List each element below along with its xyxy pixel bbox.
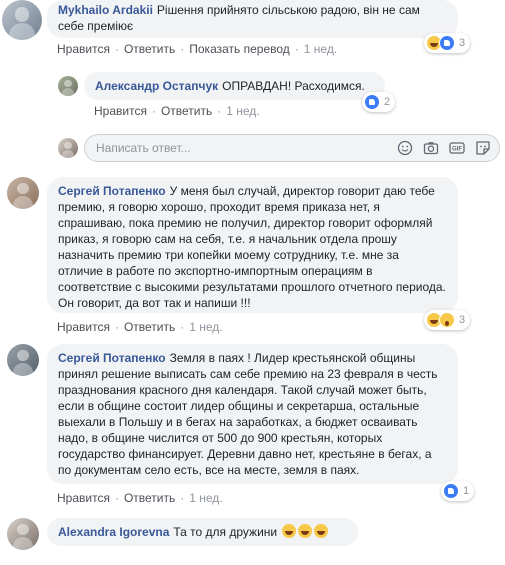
wow-reaction-icon — [439, 312, 455, 328]
reply-input[interactable]: Написать ответ... GIF — [84, 134, 500, 162]
reaction-summary[interactable]: 3 — [424, 310, 471, 330]
laughing-emoji — [314, 524, 329, 538]
reply-link[interactable]: Ответить — [124, 491, 175, 505]
comment-actions: Нравится · Ответить · 1 нед. — [57, 491, 223, 505]
comment-actions: Нравится · Ответить · 1 нед. — [94, 104, 260, 118]
reaction-summary[interactable]: 3 — [424, 33, 471, 53]
comment-author[interactable]: Mykhailo Ardakii — [58, 3, 153, 17]
comment-text: У меня был случай, директор говорит даю … — [58, 184, 446, 310]
comment-time[interactable]: 1 нед. — [226, 104, 259, 118]
svg-text:GIF: GIF — [452, 147, 462, 153]
like-reaction-icon — [439, 35, 455, 51]
camera-icon[interactable] — [423, 140, 439, 156]
reaction-summary[interactable]: 1 — [441, 481, 475, 501]
reply-link[interactable]: Ответить — [124, 320, 175, 334]
like-reaction-icon — [443, 483, 459, 499]
comment-time[interactable]: 1 нед. — [189, 491, 222, 505]
reaction-count: 2 — [384, 96, 391, 108]
comment-author[interactable]: Alexandra Igorevna — [58, 525, 169, 539]
avatar[interactable] — [7, 344, 39, 376]
comment-bubble: Александр Остапчук ОПРАВДАН! Расходимся. — [84, 72, 385, 100]
avatar[interactable] — [7, 177, 39, 209]
like-link[interactable]: Нравится — [57, 320, 110, 334]
comment-bubble: Сергей Потапенко У меня был случай, дирек… — [47, 177, 458, 313]
like-link[interactable]: Нравится — [94, 104, 147, 118]
reply-placeholder: Написать ответ... — [96, 141, 191, 155]
comment-actions: Нравится · Ответить · 1 нед. — [57, 320, 223, 334]
reaction-summary[interactable]: 2 — [362, 92, 396, 112]
like-link[interactable]: Нравится — [57, 491, 110, 505]
comment-author[interactable]: Сергей Потапенко — [58, 351, 166, 365]
comment-text: Земля в паях ! Лидер крестьянской общины… — [58, 351, 438, 477]
comment-text: ОПРАВДАН! Расходимся. — [222, 79, 365, 93]
sticker-icon[interactable] — [475, 140, 491, 156]
like-reaction-icon — [364, 94, 380, 110]
comment-bubble: Mykhailo Ardakii Рішення прийнято сільськ… — [47, 0, 458, 38]
reply-link[interactable]: Ответить — [161, 104, 212, 118]
comment-text: Та то для дружини — [173, 525, 278, 539]
comment-author[interactable]: Александр Остапчук — [95, 79, 218, 93]
comment-actions: Нравится · Ответить · Показать перевод · 1 нед… — [57, 42, 338, 56]
comment-time[interactable]: 1 нед. — [189, 320, 222, 334]
reaction-count: 3 — [459, 314, 466, 326]
reaction-count: 1 — [463, 485, 470, 497]
laughing-emoji — [298, 524, 313, 538]
reply-link[interactable]: Ответить — [124, 42, 175, 56]
comment-author[interactable]: Сергей Потапенко — [58, 184, 166, 198]
comment-bubble: Сергей Потапенко Земля в паях ! Лидер кре… — [47, 344, 458, 484]
laughing-emoji — [282, 524, 297, 538]
current-user-avatar — [58, 138, 78, 158]
comment-time[interactable]: 1 нед. — [304, 42, 337, 56]
smiley-icon[interactable] — [397, 140, 413, 156]
reaction-count: 3 — [459, 37, 466, 49]
translate-link[interactable]: Показать перевод — [189, 42, 290, 56]
avatar[interactable] — [2, 0, 42, 40]
like-link[interactable]: Нравится — [57, 42, 110, 56]
avatar[interactable] — [58, 76, 78, 96]
comment-bubble: Alexandra Igorevna Та то для дружини — [47, 518, 358, 546]
gif-icon[interactable]: GIF — [449, 140, 465, 156]
avatar[interactable] — [7, 518, 39, 550]
